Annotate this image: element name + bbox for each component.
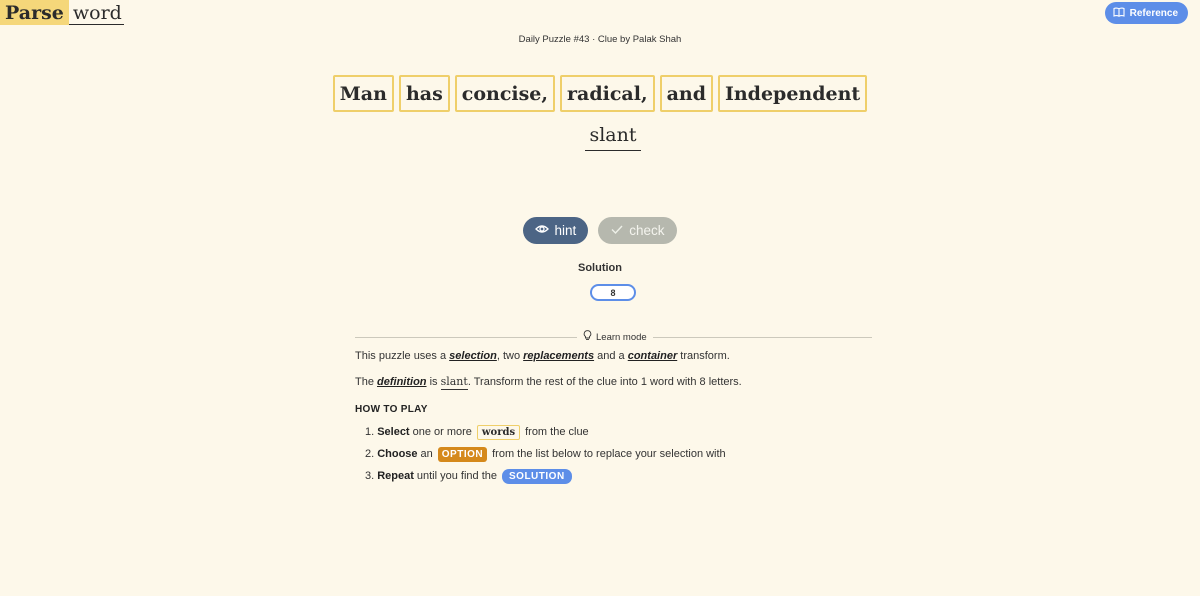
words-chip: words	[476, 424, 521, 440]
hint-label: hint	[554, 223, 577, 238]
check-button[interactable]: check	[598, 217, 677, 244]
logo-word: word	[68, 0, 124, 25]
text: is	[426, 376, 441, 388]
term-definition[interactable]: definition	[377, 376, 427, 388]
how-to-play-steps: 1. Select one or more words from the clu…	[365, 421, 915, 487]
hint-button[interactable]: hint	[523, 217, 589, 244]
text: from the list below to replace your sele…	[492, 448, 726, 460]
action-buttons: hint check	[0, 217, 1200, 244]
clue-word[interactable]: concise,	[454, 75, 556, 112]
text: This puzzle uses a	[355, 350, 450, 362]
learn-mode-label: Learn mode	[596, 331, 647, 343]
check-icon	[610, 222, 624, 239]
clue: Man has concise, radical, and Independen…	[0, 75, 1200, 112]
book-icon	[1113, 7, 1125, 20]
learn-mode-toggle[interactable]: Learn mode	[583, 330, 647, 344]
definition-word: slant	[585, 124, 641, 151]
clue-word[interactable]: radical,	[560, 75, 655, 112]
divider-line	[355, 336, 577, 338]
text: transform.	[677, 350, 730, 362]
step-number: 3.	[365, 470, 375, 482]
term-selection[interactable]: selection	[449, 350, 497, 362]
step-action: Select	[377, 426, 410, 438]
definition-inline: slant	[440, 375, 468, 390]
option-chip: OPTION	[437, 446, 488, 462]
lightbulb-icon	[583, 330, 592, 344]
divider-line	[652, 336, 872, 338]
reference-button[interactable]: Reference	[1104, 2, 1188, 24]
step-action: Repeat	[377, 470, 414, 482]
text: and a	[594, 350, 628, 362]
clue-word[interactable]: Man	[332, 75, 394, 112]
how-to-play-heading: HOW TO PLAY	[355, 404, 428, 415]
solution-chip: SOLUTION	[502, 468, 572, 484]
clue-word[interactable]: has	[398, 75, 450, 112]
reference-label: Reference	[1129, 7, 1178, 19]
eye-icon	[535, 222, 550, 239]
text: until you find the	[416, 470, 497, 482]
step-number: 2.	[365, 448, 375, 460]
text: The	[355, 376, 378, 388]
text: an	[420, 448, 433, 460]
clue-word[interactable]: Independent	[717, 75, 868, 112]
step-1: 1. Select one or more words from the clu…	[365, 421, 915, 443]
check-label: check	[629, 223, 665, 238]
text: from the clue	[525, 426, 589, 438]
text: one or more	[412, 426, 472, 438]
logo[interactable]: Parse word	[0, 0, 124, 25]
step-action: Choose	[377, 448, 418, 460]
solution-length: 8	[590, 284, 636, 301]
term-container[interactable]: container	[628, 350, 678, 362]
transform-summary: This puzzle uses a selection, two replac…	[355, 350, 915, 364]
learn-mode-divider: Learn mode	[355, 330, 872, 344]
text: , two	[496, 350, 524, 362]
term-replacements[interactable]: replacements	[523, 350, 594, 362]
learn-content: This puzzle uses a selection, two replac…	[355, 350, 915, 487]
clue-word[interactable]: and	[659, 75, 713, 112]
solution-label: Solution	[578, 262, 622, 274]
step-3: 3. Repeat until you find the SOLUTION	[365, 465, 915, 487]
step-number: 1.	[365, 426, 375, 438]
puzzle-subtitle: Daily Puzzle #43 · Clue by Palak Shah	[518, 34, 682, 45]
text: . Transform the rest of the clue into 1 …	[467, 376, 742, 388]
step-2: 2. Choose an OPTION from the list below …	[365, 443, 915, 465]
definition-summary: The definition is slant. Transform the r…	[355, 375, 915, 390]
logo-parse: Parse	[0, 0, 69, 25]
